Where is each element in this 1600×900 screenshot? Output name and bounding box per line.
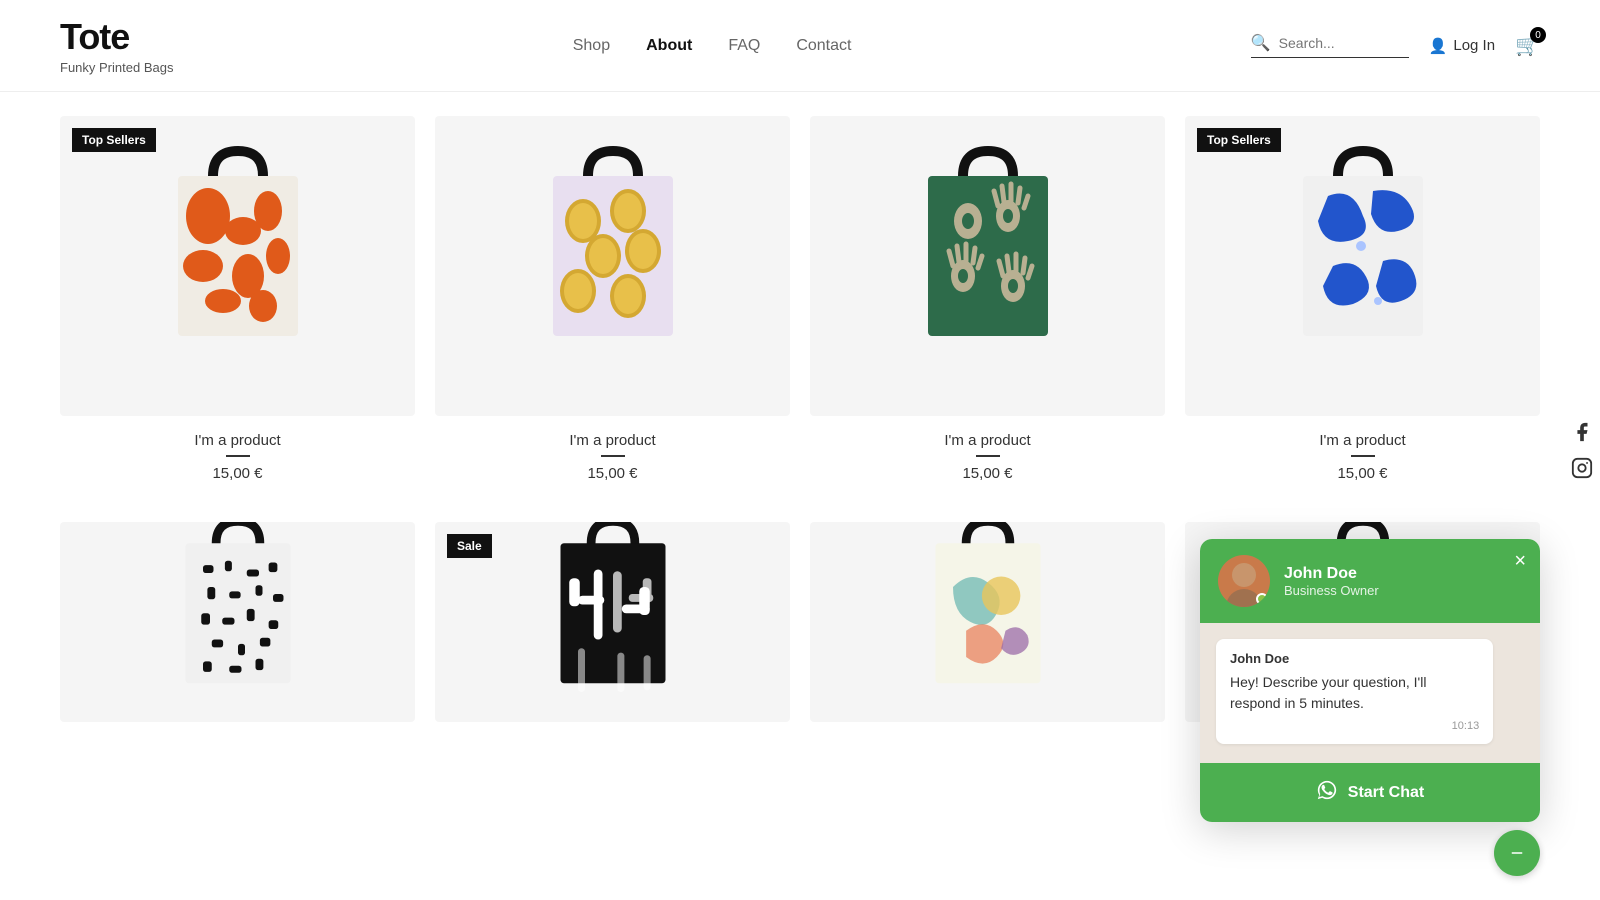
cart-badge: 0 xyxy=(1530,27,1546,43)
product-name-3: I'm a product xyxy=(810,432,1165,449)
product-card-4[interactable]: Top Sellers I'm a pro xyxy=(1185,116,1540,490)
login-button[interactable]: 👤 Log In xyxy=(1429,37,1495,55)
products-grid-row1: Top Sellers xyxy=(60,116,1540,490)
product-image-7 xyxy=(810,522,1165,722)
online-indicator xyxy=(1256,593,1268,605)
product-card-2[interactable]: I'm a product 15,00 € xyxy=(435,116,790,490)
product-card-3[interactable]: I'm a product 15,00 € xyxy=(810,116,1165,490)
tote-blue xyxy=(1273,146,1453,386)
chat-footer: Start Chat xyxy=(1200,763,1540,822)
badge-top-sellers-1: Top Sellers xyxy=(72,128,156,152)
tote-lavender xyxy=(523,146,703,386)
search-icon: 🔍 xyxy=(1251,33,1271,53)
tote-cactus xyxy=(523,522,703,722)
nav-shop[interactable]: Shop xyxy=(573,37,610,55)
bubble-time: 10:13 xyxy=(1230,720,1479,732)
tote-abstract xyxy=(898,522,1078,722)
chat-widget: John Doe Business Owner × John Doe Hey! … xyxy=(1200,539,1540,876)
user-icon: 👤 xyxy=(1429,37,1448,55)
cart-button[interactable]: 🛒 0 xyxy=(1515,33,1540,58)
logo-subtitle: Funky Printed Bags xyxy=(60,60,173,75)
product-price-3: 15,00 € xyxy=(810,465,1165,482)
product-info-3: I'm a product 15,00 € xyxy=(810,416,1165,490)
search-input[interactable] xyxy=(1279,35,1409,51)
login-label: Log In xyxy=(1453,37,1495,54)
product-info-2: I'm a product 15,00 € xyxy=(435,416,790,490)
start-chat-label: Start Chat xyxy=(1348,784,1424,802)
product-price-1: 15,00 € xyxy=(60,465,415,482)
chat-agent-name: John Doe xyxy=(1284,565,1522,583)
nav-about[interactable]: About xyxy=(646,37,692,55)
nav-contact[interactable]: Contact xyxy=(796,37,851,55)
product-divider-1 xyxy=(226,455,250,457)
chat-close-button[interactable]: × xyxy=(1514,551,1526,571)
product-name-2: I'm a product xyxy=(435,432,790,449)
product-name-1: I'm a product xyxy=(60,432,415,449)
tote-dalmatian xyxy=(148,522,328,722)
product-card-6[interactable]: Sale xyxy=(435,522,790,722)
whatsapp-icon xyxy=(1316,779,1338,806)
chat-minimize-button[interactable] xyxy=(1494,830,1540,876)
badge-sale-6: Sale xyxy=(447,534,492,558)
chat-header: John Doe Business Owner × xyxy=(1200,539,1540,623)
facebook-button[interactable] xyxy=(1564,414,1600,450)
chat-avatar xyxy=(1218,555,1270,607)
chat-agent-role: Business Owner xyxy=(1284,583,1522,598)
product-divider-4 xyxy=(1351,455,1375,457)
product-price-2: 15,00 € xyxy=(435,465,790,482)
product-info-4: I'm a product 15,00 € xyxy=(1185,416,1540,490)
chat-box: John Doe Business Owner × John Doe Hey! … xyxy=(1200,539,1540,822)
social-sidebar xyxy=(1564,414,1600,486)
logo[interactable]: Tote Funky Printed Bags xyxy=(60,16,173,75)
search-wrap[interactable]: 🔍 xyxy=(1251,33,1409,58)
product-price-4: 15,00 € xyxy=(1185,465,1540,482)
product-card-5[interactable] xyxy=(60,522,415,722)
product-image-2 xyxy=(435,116,790,416)
badge-top-sellers-4: Top Sellers xyxy=(1197,128,1281,152)
product-image-5 xyxy=(60,522,415,722)
nav-faq[interactable]: FAQ xyxy=(728,37,760,55)
chat-header-info: John Doe Business Owner xyxy=(1284,565,1522,598)
product-divider-3 xyxy=(976,455,1000,457)
product-image-6: Sale xyxy=(435,522,790,722)
product-info-1: I'm a product 15,00 € xyxy=(60,416,415,490)
logo-title: Tote xyxy=(60,16,173,58)
site-header: Tote Funky Printed Bags Shop About FAQ C… xyxy=(0,0,1600,92)
start-chat-button[interactable]: Start Chat xyxy=(1200,763,1540,822)
bubble-sender: John Doe xyxy=(1230,651,1479,666)
product-image-3 xyxy=(810,116,1165,416)
header-right: 🔍 👤 Log In 🛒 0 xyxy=(1251,33,1540,58)
tote-green xyxy=(898,146,1078,386)
chat-body: John Doe Hey! Describe your question, I'… xyxy=(1200,623,1540,763)
product-image-1: Top Sellers xyxy=(60,116,415,416)
product-image-4: Top Sellers xyxy=(1185,116,1540,416)
main-nav: Shop About FAQ Contact xyxy=(573,37,852,55)
chat-bubble: John Doe Hey! Describe your question, I'… xyxy=(1216,639,1493,744)
bubble-text: Hey! Describe your question, I'll respon… xyxy=(1230,672,1479,714)
product-divider-2 xyxy=(601,455,625,457)
tote-orange xyxy=(148,146,328,386)
product-card-1[interactable]: Top Sellers xyxy=(60,116,415,490)
instagram-button[interactable] xyxy=(1564,450,1600,486)
product-name-4: I'm a product xyxy=(1185,432,1540,449)
product-card-7[interactable] xyxy=(810,522,1165,722)
